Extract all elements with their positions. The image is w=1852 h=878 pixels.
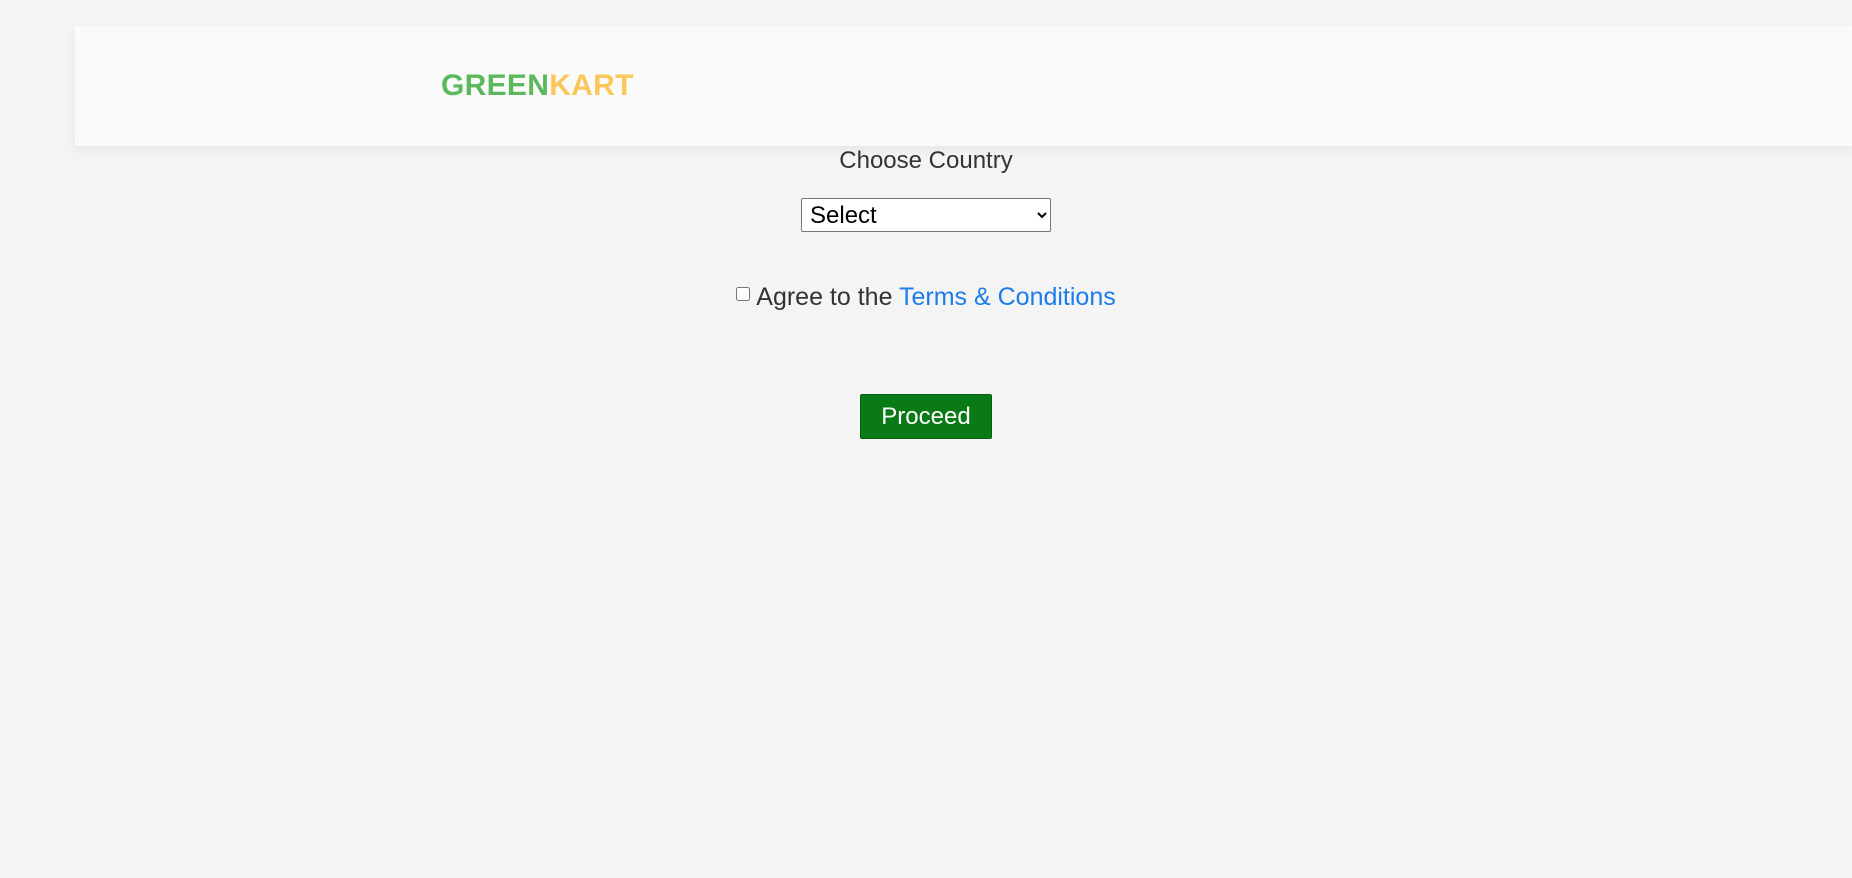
proceed-wrapper: Proceed xyxy=(0,394,1852,439)
page-header: GREENKART xyxy=(75,26,1852,146)
choose-country-label: Choose Country xyxy=(839,147,1013,174)
country-select[interactable]: Select xyxy=(801,198,1051,232)
proceed-button[interactable]: Proceed xyxy=(860,394,992,439)
greenkart-logo: GREENKART xyxy=(441,71,634,101)
agree-terms-checkbox[interactable] xyxy=(736,287,751,301)
logo-kart-text: KART xyxy=(549,69,634,102)
agree-terms-row: Agree to the Terms & Conditions xyxy=(0,282,1852,312)
agree-text: Agree to the xyxy=(756,283,893,311)
country-form: Choose Country Select Agree to the Terms… xyxy=(0,146,1852,439)
logo-green-text: GREEN xyxy=(441,69,550,102)
country-select-wrapper: Select xyxy=(0,198,1852,232)
terms-conditions-link[interactable]: Terms & Conditions xyxy=(899,283,1116,311)
